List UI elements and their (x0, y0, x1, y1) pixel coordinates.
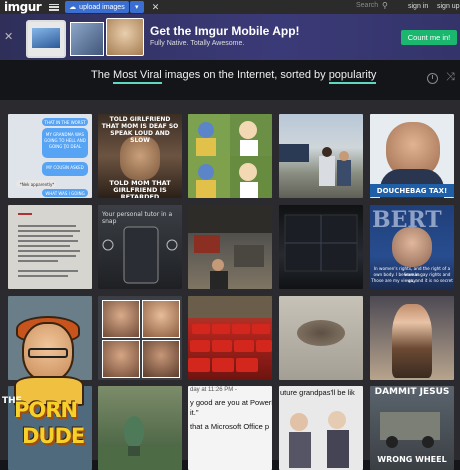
meme-bottom-text: TOLD MOM THAT GIRLFRIEND IS RETARDED (109, 179, 171, 199)
gallery-tile[interactable]: DOUCHEBAG TAX! (370, 114, 454, 198)
tile-image (380, 412, 440, 448)
meme-top-text: TOLD GIRLFRIEND THAT MOM IS DEAF SO SPEA… (101, 116, 179, 144)
glasses-icon (28, 348, 68, 358)
ad-text: DUDE (22, 424, 85, 448)
cloud-upload-icon: ☁ (69, 4, 77, 11)
imgur-logo[interactable]: imgur (4, 0, 42, 14)
gallery-tile[interactable]: DAMMIT JESUS WRONG WHEEL (370, 386, 454, 470)
tile-text: it." (190, 408, 199, 417)
meme-caption: DOUCHEBAG TAX! (370, 184, 454, 197)
gallery-tile[interactable]: uture grandpas'll be lik (279, 386, 363, 470)
sign-up-link[interactable]: sign up (437, 3, 460, 10)
tile-image (188, 296, 272, 372)
phone-illustration (26, 20, 66, 58)
tile-image (297, 320, 345, 346)
gallery-tile[interactable]: TOLD GIRLFRIEND THAT MOM IS DEAF SO SPEA… (98, 114, 182, 198)
tile-image (284, 214, 358, 272)
tile-text: *Nek apparently* (19, 182, 55, 187)
count-me-in-button[interactable]: Count me in! (401, 30, 457, 45)
gallery-tile[interactable]: THAT IN THE WORST MY GRANDMA WAS GOING T… (8, 114, 92, 198)
gallery-tile[interactable] (279, 296, 363, 380)
random-icon[interactable]: ✕ (152, 2, 160, 13)
sign-in-link[interactable]: sign in (408, 3, 428, 10)
gallery-tile[interactable]: Your personal tutor in a snap (98, 205, 182, 289)
top-navbar: imgur ☁ upload images ▾ ✕ Search ⚲ sign … (0, 0, 460, 14)
ad-text: PORN (14, 398, 78, 422)
tile-timestamp: day at 11:26 PM - (190, 387, 237, 393)
order-dropdown[interactable]: popularity (328, 69, 377, 84)
tile-text: MY COUSIN ASKED (46, 165, 84, 170)
gallery-tile[interactable] (98, 386, 182, 470)
tile-text: y good are you at PowerP (190, 398, 272, 407)
menu-icon[interactable] (49, 3, 60, 11)
meme-top-text: DAMMIT JESUS (374, 387, 450, 397)
clock-icon[interactable] (427, 73, 438, 84)
tile-image (98, 416, 182, 470)
banner-title: Get the Imgur Mobile App! (150, 24, 300, 38)
close-icon[interactable]: ✕ (4, 30, 13, 43)
tile-text: GOING TO DEAL (48, 144, 82, 149)
ad-badge[interactable]: THE PORN DUDE (0, 316, 104, 460)
gallery-tile[interactable] (98, 296, 182, 380)
tile-text: that a Microsoft Office p (190, 422, 270, 431)
gallery-tile[interactable] (188, 114, 272, 198)
upload-images-button[interactable]: ☁ upload images (65, 1, 129, 13)
comic-panels (188, 114, 272, 198)
gallery-tile[interactable]: BERT In women's rights, and the right of… (370, 205, 454, 289)
search-input[interactable]: Search (356, 2, 378, 9)
gallery-tile[interactable] (279, 114, 363, 198)
gallery-header: The Most Viral images on the Internet, s… (0, 60, 460, 100)
gallery-tile[interactable] (188, 296, 272, 380)
gallery-tile[interactable] (370, 296, 454, 380)
gallery-tile[interactable]: day at 11:26 PM - y good are you at Powe… (188, 386, 272, 470)
sort-dropdown[interactable]: Most Viral (113, 69, 162, 84)
tile-image (188, 205, 272, 289)
page-title: The Most Viral images on the Internet, s… (91, 69, 377, 84)
tile-text: THAT IN THE WORST (44, 120, 86, 125)
tile-caption: Those are my views, and it is no secret (371, 278, 453, 283)
gallery-tile[interactable] (188, 205, 272, 289)
banner-thumbnail (106, 18, 144, 56)
tile-image (102, 226, 178, 284)
tile-image (392, 304, 432, 378)
gallery-tile[interactable] (279, 205, 363, 289)
banner-thumbnail (70, 22, 104, 56)
shuffle-icon[interactable]: ⤨ (446, 71, 455, 84)
title-middle: images on the Internet, sorted by (164, 69, 326, 81)
tile-image (279, 144, 351, 186)
tile-text: WHAT WAS I GOING (45, 191, 85, 196)
title-prefix: The (91, 69, 110, 81)
tile-text: uture grandpas'll be lik (280, 388, 355, 397)
banner-subtitle: Fully Native. Totally Awesome. (150, 40, 245, 47)
search-icon[interactable]: ⚲ (382, 1, 388, 10)
gallery-tile[interactable] (8, 205, 92, 289)
mobile-app-banner: ✕ Get the Imgur Mobile App! Fully Native… (0, 14, 460, 60)
chevron-down-icon[interactable]: ▾ (129, 1, 144, 13)
upload-label: upload images (79, 3, 125, 11)
tile-image (392, 227, 432, 267)
